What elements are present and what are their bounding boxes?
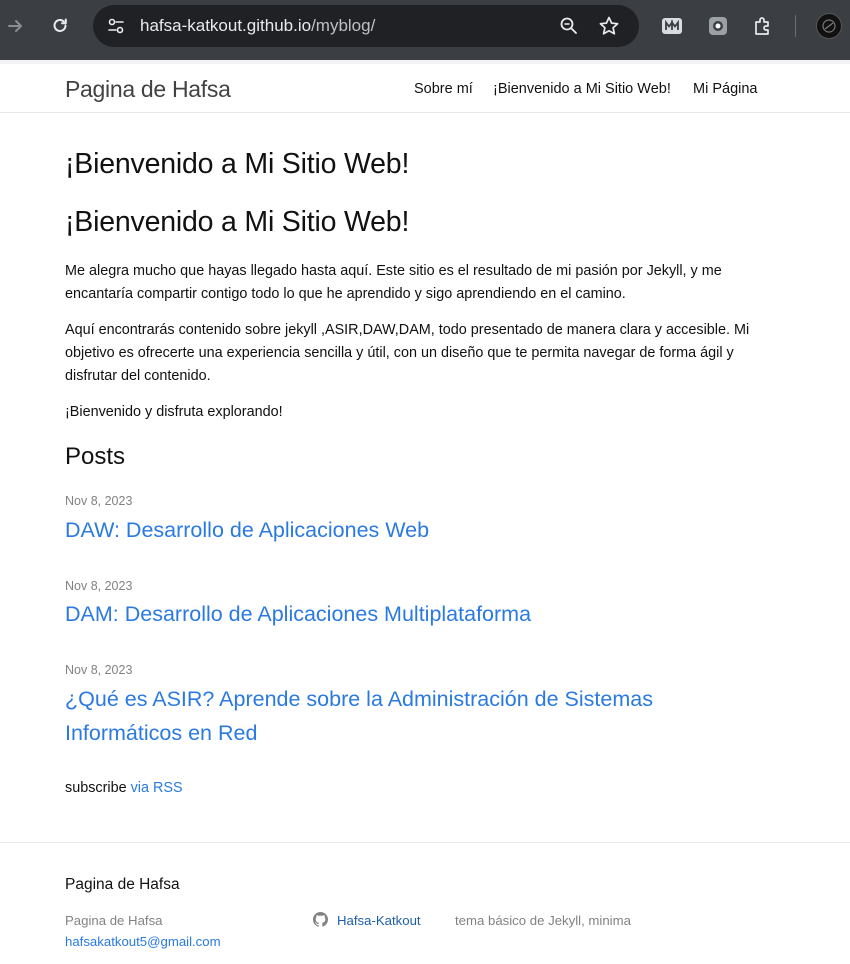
github-username-link[interactable]: Hafsa-Katkout xyxy=(337,913,421,928)
zoom-icon[interactable] xyxy=(559,16,579,36)
subscribe-text: subscribe xyxy=(65,780,127,796)
footer-email-link[interactable]: hafsakatkout5@gmail.com xyxy=(65,934,221,949)
footer-description: tema básico de Jekyll, minima xyxy=(455,913,631,928)
url-host: hafsa-katkout.github.io xyxy=(140,16,312,35)
post-link-asir[interactable]: ¿Qué es ASIR? Aprende sobre la Administr… xyxy=(65,682,745,750)
profile-avatar[interactable] xyxy=(816,13,842,39)
nav-link-bienvenido[interactable]: ¡Bienvenido a Mi Sitio Web! xyxy=(493,81,671,97)
extension-camera-icon[interactable] xyxy=(706,14,730,38)
page-title: ¡Bienvenido a Mi Sitio Web! xyxy=(65,148,410,180)
extension-m-icon[interactable] xyxy=(660,14,684,38)
footer-heading: Pagina de Hafsa xyxy=(65,876,180,893)
site-info-icon[interactable] xyxy=(106,16,126,36)
post-link-dam[interactable]: DAM: Desarrollo de Aplicaciones Multipla… xyxy=(65,597,745,631)
extensions-puzzle-icon[interactable] xyxy=(751,14,775,38)
rss-subscribe: subscribe via RSS xyxy=(65,780,183,796)
browser-toolbar: hafsa-katkout.github.io/myblog/ xyxy=(0,0,850,60)
welcome-paragraph: ¡Bienvenido y disfruta explorando! xyxy=(65,404,283,420)
nav-link-mi-pagina[interactable]: Mi Página xyxy=(693,81,757,97)
reload-icon[interactable] xyxy=(47,13,73,39)
post-link-daw[interactable]: DAW: Desarrollo de Aplicaciones Web xyxy=(65,513,745,547)
address-bar[interactable]: hafsa-katkout.github.io/myblog/ xyxy=(93,5,639,47)
content-paragraph: Aquí encontrarás contenido sobre jekyll … xyxy=(65,322,750,384)
post-date: Nov 8, 2023 xyxy=(65,663,133,677)
site-header: Pagina de Hafsa Sobre mí ¡Bienvenido a M… xyxy=(0,60,850,113)
url-path: /myblog/ xyxy=(311,16,376,35)
post-heading: ¡Bienvenido a Mi Sitio Web! xyxy=(65,206,410,238)
github-icon[interactable] xyxy=(313,912,328,927)
toolbar-divider xyxy=(795,15,796,37)
site-title[interactable]: Pagina de Hafsa xyxy=(65,76,231,103)
url-text[interactable]: hafsa-katkout.github.io/myblog/ xyxy=(140,16,375,36)
bookmark-star-icon[interactable] xyxy=(598,15,620,37)
nav-link-sobre-mi[interactable]: Sobre mí xyxy=(414,81,473,97)
footer-site-name: Pagina de Hafsa xyxy=(65,913,163,928)
intro-paragraph: Me alegra mucho que hayas llegado hasta … xyxy=(65,263,722,302)
post-date: Nov 8, 2023 xyxy=(65,579,133,593)
rss-link[interactable]: via RSS xyxy=(131,780,183,796)
forward-icon[interactable] xyxy=(3,13,29,39)
posts-heading: Posts xyxy=(65,443,126,470)
post-date: Nov 8, 2023 xyxy=(65,494,133,508)
site-footer: Pagina de Hafsa Pagina de Hafsa hafsakat… xyxy=(0,842,850,964)
